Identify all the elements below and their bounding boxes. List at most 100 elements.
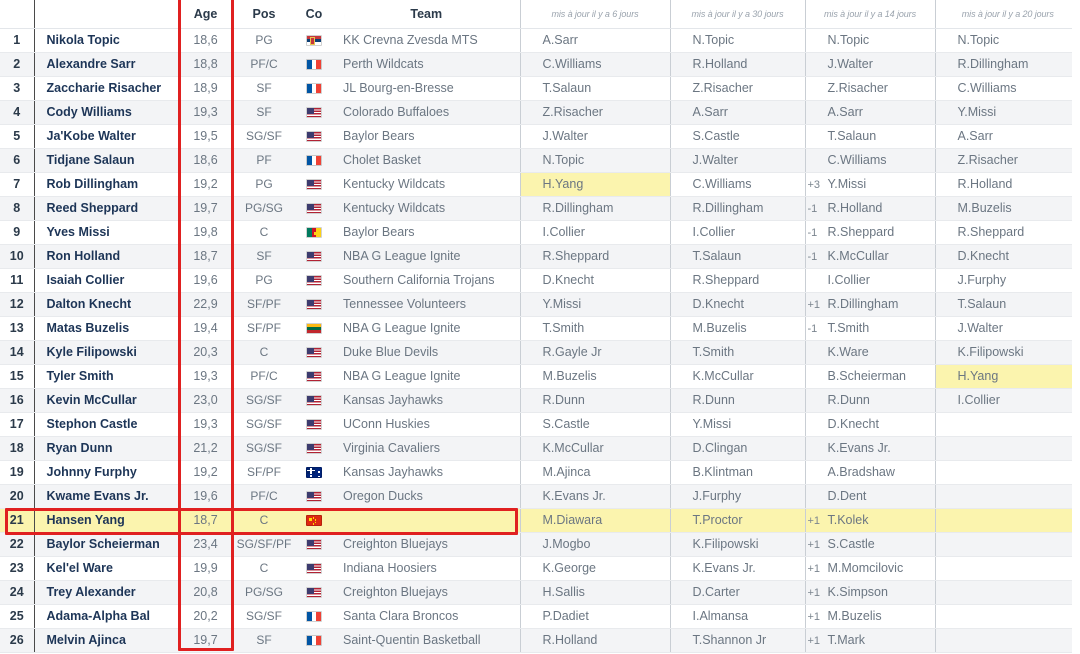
- rank-delta: +1: [807, 538, 821, 551]
- row-player-name: Tidjane Salaun: [33, 148, 178, 173]
- row-position: SG/SF: [233, 604, 295, 629]
- table-row[interactable]: 9 Yves Missi 19,8 C Baylor Bears I.Collier I.C…: [0, 220, 1080, 245]
- header-country[interactable]: Co: [295, 0, 333, 29]
- row-team: Saint-Quentin Basketball: [333, 628, 520, 653]
- mock-pick-name: M.Buzelis: [827, 609, 882, 623]
- table-row[interactable]: 16 Kevin McCullar 23,0 SG/SF Kansas Jayhawks…: [0, 388, 1080, 413]
- flag-icon-fr: [306, 59, 322, 71]
- flag-icon-fr: [306, 611, 322, 623]
- header-mock-a[interactable]: mis à jour il y a 6 jours: [519, 0, 670, 29]
- row-mock-d: [934, 628, 1080, 653]
- table-row[interactable]: 18 Ryan Dunn 21,2 SG/SF Virginia Cavaliers K.…: [0, 436, 1080, 461]
- row-team: [333, 508, 520, 533]
- header-name[interactable]: [33, 0, 178, 29]
- row-mock-d: A.Sarr: [934, 124, 1080, 149]
- row-mock-d: [934, 412, 1080, 437]
- table-row[interactable]: 4 Cody Williams 19,3 SF Colorado Buffaloes Z.…: [0, 100, 1080, 125]
- header-pos[interactable]: Pos: [233, 0, 295, 29]
- row-position: PF/C: [233, 52, 295, 77]
- row-mock-a: T.Salaun: [519, 76, 670, 101]
- table-row[interactable]: 2 Alexandre Sarr 18,8 PF/C Perth Wildcats C.W…: [0, 52, 1080, 77]
- row-mock-b: A.Sarr: [669, 100, 805, 125]
- row-position: C: [233, 220, 295, 245]
- header-mock-b[interactable]: mis à jour il y a 30 jours: [669, 0, 805, 29]
- table-row[interactable]: 6 Tidjane Salaun 18,6 PF Cholet Basket N.Topi…: [0, 148, 1080, 173]
- flag-icon-rs: [306, 35, 322, 47]
- table-row[interactable]: 20 Kwame Evans Jr. 19,6 PF/C Oregon Ducks K.E…: [0, 484, 1080, 509]
- table-row[interactable]: 25 Adama-Alpha Bal 20,2 SG/SF Santa Clara Br…: [0, 604, 1080, 629]
- row-player-name: Trey Alexander: [33, 580, 178, 605]
- table-row[interactable]: 24 Trey Alexander 20,8 PG/SG Creighton Bluej…: [0, 580, 1080, 605]
- table-row[interactable]: 8 Reed Sheppard 19,7 PG/SG Kentucky Wildcats…: [0, 196, 1080, 221]
- header-mock-d[interactable]: mis à jour il y a 20 jours: [934, 0, 1080, 29]
- row-country-flag: [295, 460, 333, 485]
- row-mock-a: J.Mogbo: [519, 532, 670, 557]
- row-player-name: Nikola Topic: [33, 28, 178, 53]
- row-mock-a: Z.Risacher: [519, 100, 670, 125]
- row-mock-a: A.Sarr: [519, 28, 670, 53]
- row-mock-d: R.Holland: [934, 172, 1080, 197]
- row-team: Duke Blue Devils: [333, 340, 520, 365]
- row-rank: 3: [0, 76, 34, 101]
- flag-icon-au: [306, 467, 322, 479]
- mock-pick-name: R.Dunn: [827, 393, 870, 407]
- row-mock-c: I.Collier: [804, 268, 935, 293]
- draft-prospects-table: Age Pos Co Team mis à jour il y a 6 jour…: [0, 0, 1080, 653]
- header-team[interactable]: Team: [333, 0, 520, 29]
- table-row[interactable]: 1 Nikola Topic 18,6 PG KK Crevna Zvesda MTS A…: [0, 28, 1080, 53]
- row-mock-a: N.Topic: [519, 148, 670, 173]
- table-row[interactable]: 21 Hansen Yang 18,7 C M.Diawara T.Proctor +1 T.…: [0, 508, 1080, 533]
- table-row[interactable]: 11 Isaiah Collier 19,6 PG Southern Californi…: [0, 268, 1080, 293]
- row-mock-a: H.Yang: [519, 172, 670, 197]
- flag-icon-fr: [306, 155, 322, 167]
- table-row[interactable]: 14 Kyle Filipowski 20,3 C Duke Blue Devils R.…: [0, 340, 1080, 365]
- row-mock-d: [934, 556, 1080, 581]
- row-rank: 15: [0, 364, 34, 389]
- row-country-flag: [295, 172, 333, 197]
- table-row[interactable]: 7 Rob Dillingham 19,2 PG Kentucky Wildcats H.…: [0, 172, 1080, 197]
- row-rank: 21: [0, 508, 34, 533]
- table-row[interactable]: 19 Johnny Furphy 19,2 SF/PF Kansas Jayhawks M…: [0, 460, 1080, 485]
- row-position: PF/C: [233, 364, 295, 389]
- header-rank[interactable]: [0, 0, 34, 29]
- row-age: 19,3: [178, 364, 233, 389]
- row-position: SF/PF: [233, 460, 295, 485]
- flag-icon-fr: [306, 83, 322, 95]
- row-rank: 8: [0, 196, 34, 221]
- row-player-name: Dalton Knecht: [33, 292, 178, 317]
- table-row[interactable]: 13 Matas Buzelis 19,4 SF/PF NBA G League Ign…: [0, 316, 1080, 341]
- row-mock-a: M.Diawara: [519, 508, 670, 533]
- mock-pick-name: M.Momcilovic: [827, 561, 904, 575]
- row-mock-a: R.Dillingham: [519, 196, 670, 221]
- row-team: Kentucky Wildcats: [333, 196, 520, 221]
- table-row[interactable]: 23 Kel'el Ware 19,9 C Indiana Hoosiers K.Geor…: [0, 556, 1080, 581]
- table-row[interactable]: 22 Baylor Scheierman 23,4 SG/SF/PF Creighton…: [0, 532, 1080, 557]
- row-mock-b: B.Klintman: [669, 460, 805, 485]
- table-row[interactable]: 17 Stephon Castle 19,3 SG/SF UConn Huskies S.…: [0, 412, 1080, 437]
- mock-pick-name: K.McCullar: [827, 249, 889, 263]
- row-rank: 22: [0, 532, 34, 557]
- row-team: NBA G League Ignite: [333, 316, 520, 341]
- header-age[interactable]: Age: [178, 0, 233, 29]
- table-row[interactable]: 26 Melvin Ajinca 19,7 SF Saint-Quentin Baske…: [0, 628, 1080, 653]
- row-mock-d: [934, 532, 1080, 557]
- table-row[interactable]: 3 Zaccharie Risacher 18,9 SF JL Bourg-en-Bre…: [0, 76, 1080, 101]
- table-row[interactable]: 15 Tyler Smith 19,3 PF/C NBA G League Ignite…: [0, 364, 1080, 389]
- row-mock-b: J.Furphy: [669, 484, 805, 509]
- row-mock-d: Y.Missi: [934, 100, 1080, 125]
- row-position: PF/C: [233, 484, 295, 509]
- row-team: Kansas Jayhawks: [333, 460, 520, 485]
- row-position: SF/PF: [233, 316, 295, 341]
- row-rank: 1: [0, 28, 34, 53]
- table-row[interactable]: 12 Dalton Knecht 22,9 SF/PF Tennessee Volunt…: [0, 292, 1080, 317]
- row-mock-a: P.Dadiet: [519, 604, 670, 629]
- row-mock-a: M.Ajinca: [519, 460, 670, 485]
- row-mock-d: T.Salaun: [934, 292, 1080, 317]
- table-row[interactable]: 5 Ja'Kobe Walter 19,5 SG/SF Baylor Bears J.Wa…: [0, 124, 1080, 149]
- row-mock-a: K.George: [519, 556, 670, 581]
- row-mock-d: I.Collier: [934, 388, 1080, 413]
- table-row[interactable]: 10 Ron Holland 18,7 SF NBA G League Ignite R.…: [0, 244, 1080, 269]
- header-mock-c[interactable]: mis à jour il y a 14 jours: [804, 0, 935, 29]
- flag-icon-us: [306, 539, 322, 551]
- row-mock-d: [934, 460, 1080, 485]
